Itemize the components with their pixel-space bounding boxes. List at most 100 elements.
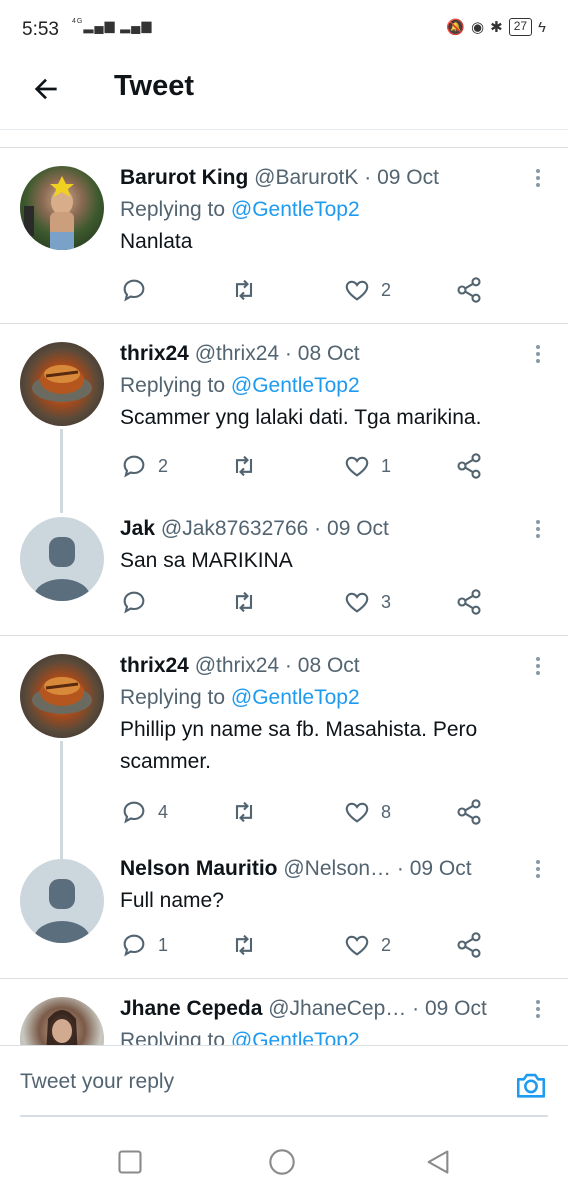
retweet-button[interactable] <box>230 452 258 480</box>
heart-icon <box>345 935 369 956</box>
handle[interactable]: @Jak87632766 <box>161 517 308 540</box>
tweet-item[interactable]: Nelson Mauritio @Nelson… · 09 Oct Full n… <box>0 845 568 978</box>
home-circle-icon[interactable] <box>268 1148 296 1176</box>
retweet-button[interactable] <box>230 276 258 304</box>
more-options-icon[interactable] <box>534 857 542 881</box>
tweet-header: Barurot King @BarurotK · 09 Oct <box>120 164 540 192</box>
reply-button[interactable] <box>120 276 158 304</box>
separator: · <box>284 342 292 365</box>
replying-to: Replying to @GentleTop2 <box>120 198 360 221</box>
heart-icon <box>345 592 369 613</box>
display-name[interactable]: Jak <box>120 517 155 540</box>
tweet-text: Scammer yng lalaki dati. Tga marikina. <box>120 406 482 429</box>
back-triangle-icon[interactable] <box>424 1148 452 1176</box>
tweet-actions: 2 1 <box>120 452 500 482</box>
tweet-item[interactable]: Jak @Jak87632766 · 09 Oct San sa MARIKIN… <box>0 499 568 635</box>
tweet-text: Nanlata <box>120 230 193 253</box>
retweet-icon <box>235 934 253 956</box>
share-button[interactable] <box>455 588 483 616</box>
tweet-item[interactable]: thrix24 @thrix24 · 08 Oct Replying to @G… <box>0 324 568 499</box>
retweet-button[interactable] <box>230 798 258 826</box>
reply-count: 4 <box>158 801 169 822</box>
tweet-item[interactable]: Jhane Cepeda @JhaneCep… · 09 Oct Replyin… <box>0 979 568 1045</box>
more-options-icon[interactable] <box>534 166 542 190</box>
status-icons: 🔕 ◉ ✱ 27 ϟ <box>446 18 546 36</box>
retweet-button[interactable] <box>230 931 258 959</box>
like-button[interactable]: 1 <box>343 452 391 480</box>
tweet-item[interactable]: Barurot King @BarurotK · 09 Oct Replying… <box>0 148 568 323</box>
reply-count: 2 <box>158 455 169 476</box>
handle[interactable]: @thrix24 <box>195 342 279 365</box>
share-button[interactable] <box>455 276 483 304</box>
handle[interactable]: @JhaneCep… <box>268 997 406 1020</box>
more-options-icon[interactable] <box>534 342 542 366</box>
avatar[interactable] <box>20 997 104 1045</box>
input-underline <box>20 1115 548 1117</box>
share-icon <box>457 277 481 303</box>
default-avatar[interactable] <box>20 859 104 943</box>
share-button[interactable] <box>455 452 483 480</box>
replying-to: Replying to @GentleTop2 <box>120 686 360 709</box>
avatar[interactable] <box>20 654 104 738</box>
reply-input[interactable]: Tweet your reply <box>20 1070 174 1094</box>
tweet-date: 09 Oct <box>327 517 389 540</box>
share-button[interactable] <box>455 798 483 826</box>
like-count: 2 <box>381 279 392 300</box>
status-bar: 5:53 4G▂▄▆ ▂▄▆ 🔕 ◉ ✱ 27 ϟ <box>0 0 568 60</box>
separator: · <box>396 857 404 880</box>
more-options-icon[interactable] <box>534 517 542 541</box>
reply-button[interactable] <box>120 588 158 616</box>
display-name[interactable]: Jhane Cepeda <box>120 997 262 1020</box>
tweet-item[interactable]: thrix24 @thrix24 · 08 Oct Replying to @G… <box>0 636 568 845</box>
heart-icon <box>345 280 369 301</box>
mention-link[interactable]: @GentleTop2 <box>231 686 360 709</box>
more-options-icon[interactable] <box>534 654 542 678</box>
handle[interactable]: @Nelson… <box>283 857 391 880</box>
tweet-feed[interactable]: Barurot King @BarurotK · 09 Oct Replying… <box>0 131 568 1045</box>
reply-icon <box>123 279 145 302</box>
reply-icon <box>123 934 145 957</box>
handle[interactable]: @thrix24 <box>195 654 279 677</box>
mention-link[interactable]: @GentleTop2 <box>231 374 360 397</box>
share-button[interactable] <box>455 931 483 959</box>
avatar[interactable] <box>20 166 104 250</box>
like-button[interactable]: 2 <box>343 276 391 304</box>
like-button[interactable]: 2 <box>343 931 391 959</box>
back-arrow-icon[interactable] <box>30 73 62 105</box>
handle[interactable]: @BarurotK <box>254 166 358 189</box>
reply-button[interactable]: 2 <box>120 452 168 480</box>
heart-icon <box>345 456 369 477</box>
tweet-date: 09 Oct <box>409 857 472 880</box>
mention-link[interactable]: @GentleTop2 <box>231 1029 360 1045</box>
tweet-date: 09 Oct <box>424 997 487 1020</box>
retweet-button[interactable] <box>230 588 258 616</box>
reply-icon <box>123 455 145 478</box>
system-nav-bar <box>0 1118 568 1200</box>
camera-icon[interactable] <box>514 1068 548 1102</box>
tweet-date: 08 Oct <box>297 342 360 365</box>
tweet-text: Phillip yn name sa fb. Masahista. Pero s… <box>120 718 478 773</box>
like-button[interactable]: 8 <box>343 798 391 826</box>
display-name[interactable]: thrix24 <box>120 654 189 677</box>
reply-button[interactable]: 1 <box>120 931 168 959</box>
mute-icon: 🔕 <box>446 19 466 36</box>
tweet-header: Jhane Cepeda @JhaneCep… · 09 Oct <box>120 995 540 1023</box>
share-icon <box>457 589 481 615</box>
replying-to: Replying to @GentleTop2 <box>120 1027 540 1045</box>
recents-square-icon[interactable] <box>116 1148 144 1176</box>
reply-button[interactable]: 4 <box>120 798 168 826</box>
more-options-icon[interactable] <box>534 997 542 1021</box>
mention-link[interactable]: @GentleTop2 <box>231 198 360 221</box>
display-name[interactable]: thrix24 <box>120 342 189 365</box>
tweet-header: thrix24 @thrix24 · 08 Oct <box>120 652 540 680</box>
avatar[interactable] <box>20 342 104 426</box>
tweet-header: thrix24 @thrix24 · 08 Oct <box>120 340 540 368</box>
like-button[interactable]: 3 <box>343 588 391 616</box>
share-icon <box>457 932 481 958</box>
default-avatar[interactable] <box>20 517 104 601</box>
tweet-text: San sa MARIKINA <box>120 549 293 572</box>
display-name[interactable]: Barurot King <box>120 166 248 189</box>
like-count: 1 <box>381 455 392 476</box>
display-name[interactable]: Nelson Mauritio <box>120 857 278 880</box>
reply-composer[interactable]: Tweet your reply <box>0 1045 568 1117</box>
